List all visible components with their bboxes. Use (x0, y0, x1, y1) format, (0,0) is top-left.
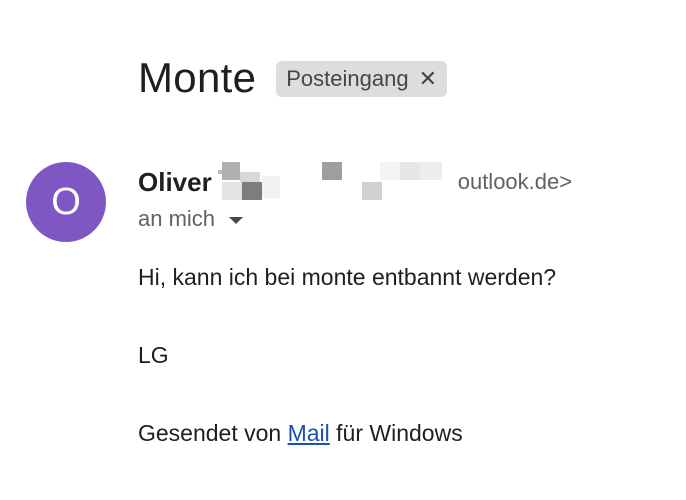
body-signature: Gesendet von Mail für Windows (138, 420, 463, 447)
signature-prefix: Gesendet von (138, 420, 288, 446)
signature-suffix: für Windows (329, 420, 463, 446)
label-chip-text: Posteingang (286, 66, 409, 91)
redacted-email-pixelation (217, 162, 454, 202)
close-icon[interactable]: ✕ (419, 66, 437, 92)
avatar-letter: O (51, 180, 81, 223)
sender-row: Oliver outlook.de> (138, 162, 573, 202)
recipient-label: an mich (138, 206, 216, 231)
recipient-details-toggle[interactable]: an mich (138, 206, 244, 232)
mail-link[interactable]: Mail (288, 420, 330, 446)
body-closing: LG (138, 342, 169, 368)
sender-name[interactable]: Oliver (138, 167, 212, 198)
avatar[interactable]: O (26, 162, 106, 242)
label-chip-inbox[interactable]: Posteingang ✕ (276, 61, 447, 97)
body-greeting: Hi, kann ich bei monte entbannt werden? (138, 264, 557, 290)
caret-down-icon[interactable] (229, 217, 244, 224)
email-subject: Monte (138, 54, 257, 101)
sender-email: outlook.de> (457, 169, 573, 194)
subject-row: Monte Posteingang ✕ (138, 52, 447, 104)
